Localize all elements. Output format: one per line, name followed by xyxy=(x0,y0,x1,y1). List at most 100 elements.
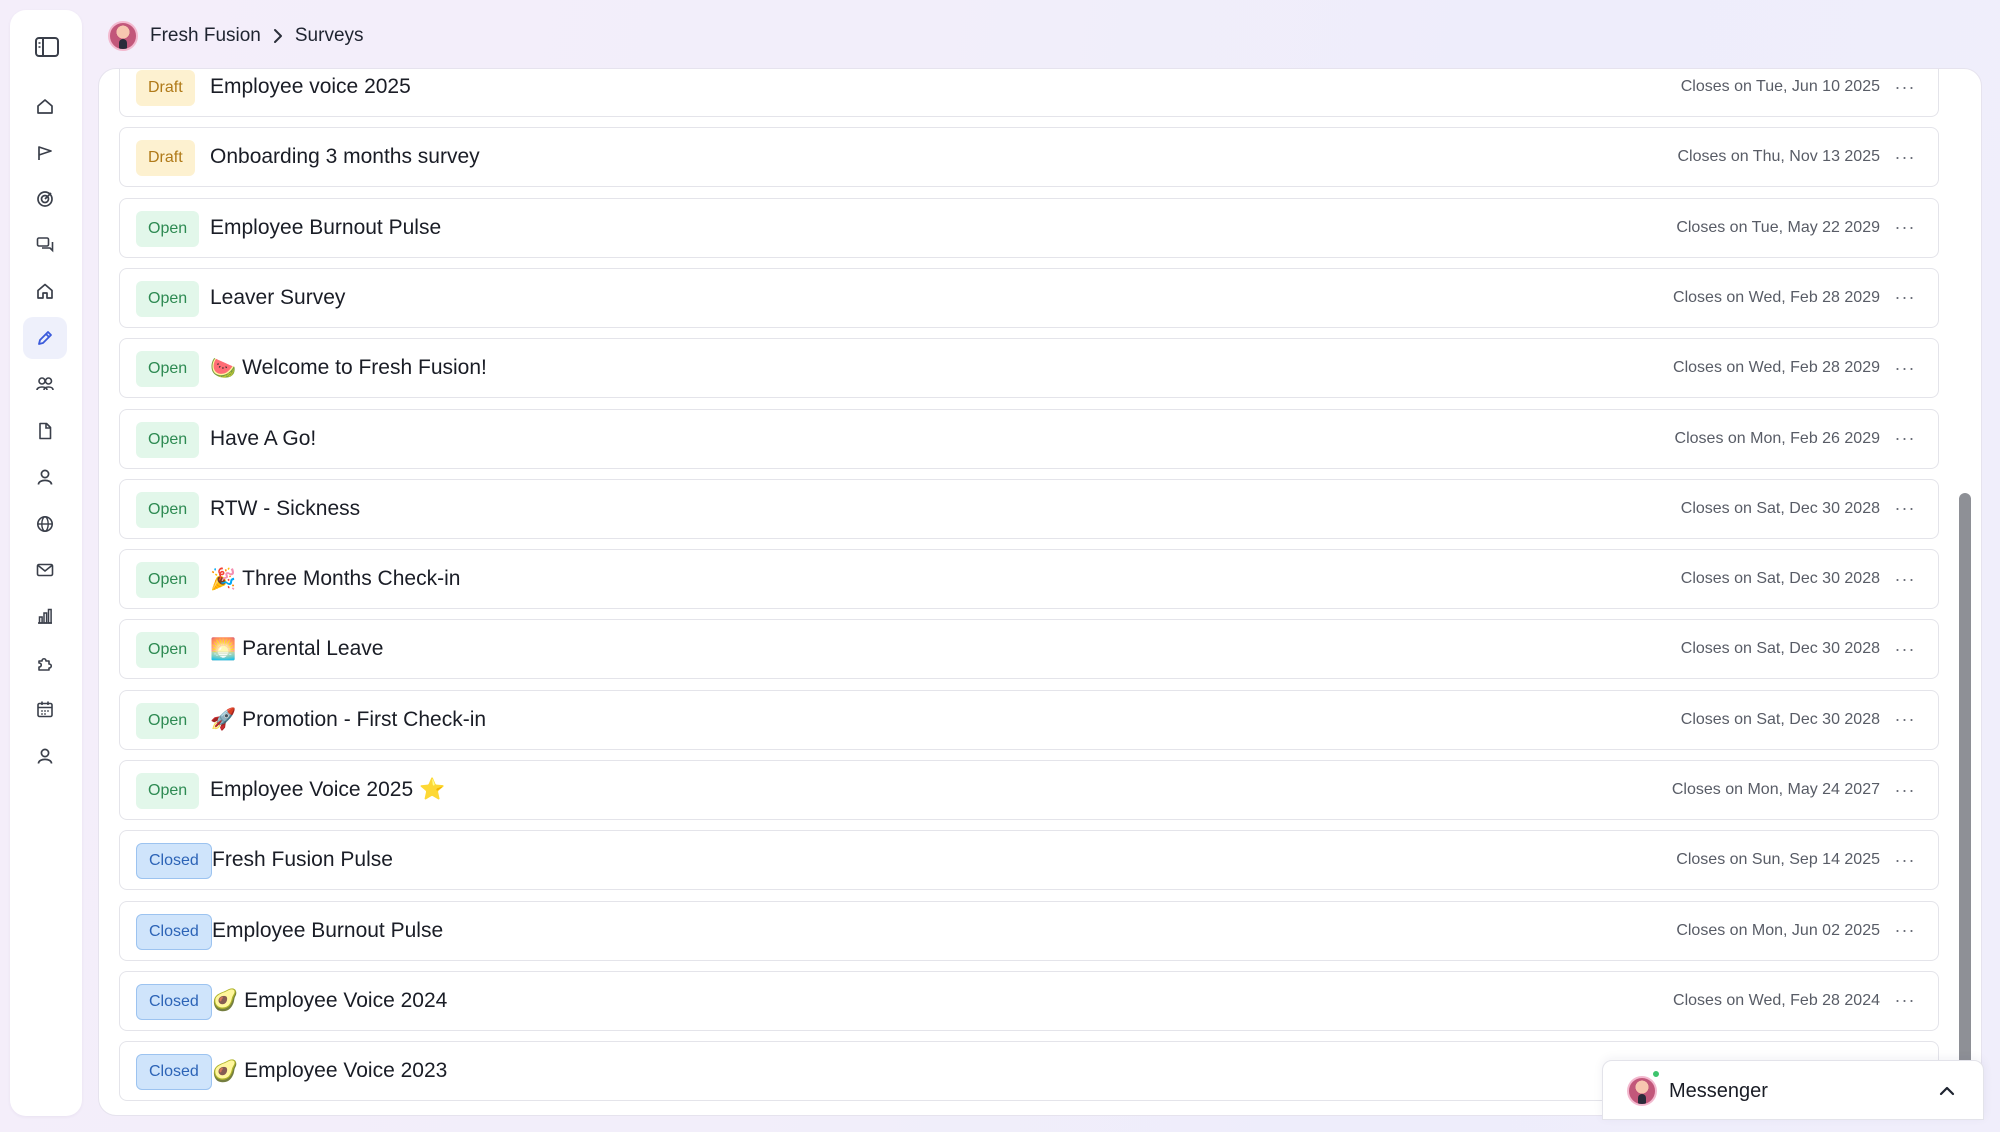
survey-title[interactable]: Employee voice 2025 xyxy=(210,69,411,116)
survey-row[interactable]: Open 🍉 Welcome to Fresh Fusion! Closes on W… xyxy=(119,338,1939,399)
survey-title[interactable]: Have A Go! xyxy=(210,410,316,468)
sidebar-item-person[interactable] xyxy=(23,456,67,498)
close-date: Closes on Tue, Jun 10 2025 xyxy=(1680,78,1880,95)
pencil-icon xyxy=(38,331,52,345)
survey-title[interactable]: Employee Voice 2025 ⭐ xyxy=(210,761,445,819)
survey-emoji: 🎉 xyxy=(210,566,237,591)
sidebar-item-flag[interactable] xyxy=(23,132,67,174)
survey-title[interactable]: Employee Burnout Pulse xyxy=(210,199,441,257)
survey-title-text: Fresh Fusion Pulse xyxy=(212,848,393,872)
more-options-icon[interactable]: ··· xyxy=(1892,496,1918,522)
more-options-icon[interactable]: ··· xyxy=(1892,144,1918,170)
sidebar-item-target[interactable] xyxy=(23,178,67,220)
survey-title[interactable]: Employee Burnout Pulse xyxy=(212,902,443,960)
survey-title[interactable]: 🥑 Employee Voice 2024 xyxy=(212,972,447,1030)
survey-title-text: Leaver Survey xyxy=(210,285,346,309)
survey-row[interactable]: Draft Employee voice 2025 Closes on Tue, J… xyxy=(119,69,1939,117)
scrollbar-thumb[interactable] xyxy=(1959,493,1971,1115)
survey-title[interactable]: 🌅 Parental Leave xyxy=(210,620,383,678)
sidebar-item-bar-chart[interactable] xyxy=(23,595,67,637)
sidebar-item-calendar[interactable] xyxy=(23,688,67,730)
survey-title-text: Welcome to Fresh Fusion! xyxy=(242,356,487,380)
sidebar-item-pencil[interactable] xyxy=(23,317,67,359)
more-options-icon[interactable]: ··· xyxy=(1892,426,1918,452)
sidebar-item-house[interactable] xyxy=(23,270,67,312)
sidebar-item-puzzle[interactable] xyxy=(23,642,67,684)
status-badge: Closed xyxy=(136,843,212,880)
sidebar-item-globe[interactable] xyxy=(23,503,67,545)
survey-title-text: Employee voice 2025 xyxy=(210,75,411,98)
survey-title[interactable]: 🎉 Three Months Check-in xyxy=(210,550,460,608)
messenger-label: Messenger xyxy=(1669,1079,1768,1102)
globe-icon xyxy=(37,516,53,532)
survey-list-panel: Draft Employee voice 2025 Closes on Tue, J… xyxy=(98,68,1982,1116)
more-options-icon[interactable]: ··· xyxy=(1892,215,1918,241)
survey-title[interactable]: RTW - Sickness xyxy=(210,480,360,538)
more-options-icon[interactable]: ··· xyxy=(1892,988,1918,1014)
survey-emoji: 🚀 xyxy=(210,707,237,732)
more-options-icon[interactable]: ··· xyxy=(1892,918,1918,944)
online-status-dot xyxy=(1651,1069,1661,1079)
sidebar-item-user[interactable] xyxy=(23,735,67,777)
puzzle-icon xyxy=(38,657,53,671)
survey-row[interactable]: Open 🎉 Three Months Check-in Closes on Sat,… xyxy=(119,549,1939,610)
survey-row[interactable]: Draft Onboarding 3 months survey Closes on… xyxy=(119,127,1939,188)
messenger-avatar xyxy=(1627,1076,1657,1106)
survey-title[interactable]: Leaver Survey xyxy=(210,269,345,327)
close-date: Closes on Sat, Dec 30 2028 xyxy=(1680,710,1880,728)
survey-title[interactable]: 🍉 Welcome to Fresh Fusion! xyxy=(210,339,487,397)
survey-title-text: Employee Voice 2025 ⭐ xyxy=(210,778,446,801)
status-badge: Closed xyxy=(136,1054,212,1091)
close-date: Closes on Mon, Jun 02 2025 xyxy=(1676,921,1880,939)
breadcrumb-org[interactable]: Fresh Fusion xyxy=(150,25,261,47)
survey-row[interactable]: Closed Fresh Fusion Pulse Closes on Sun, S… xyxy=(119,830,1939,891)
close-date: Closes on Tue, May 22 2029 xyxy=(1676,218,1880,236)
more-options-icon[interactable]: ··· xyxy=(1892,847,1918,873)
chevron-right-icon xyxy=(273,29,282,43)
user-icon xyxy=(37,748,53,764)
breadcrumb: Fresh Fusion Surveys xyxy=(108,20,364,52)
survey-row[interactable]: Closed 🥑 Employee Voice 2024 Closes on Wed,… xyxy=(119,970,1939,1031)
sidebar-item-people[interactable] xyxy=(23,363,67,405)
sidebar-toggle-icon[interactable] xyxy=(34,36,60,58)
close-date: Closes on Wed, Feb 28 2029 xyxy=(1673,359,1880,377)
org-avatar[interactable] xyxy=(108,21,138,51)
survey-row[interactable]: Closed Employee Burnout Pulse Closes on Mo… xyxy=(119,900,1939,961)
survey-title[interactable]: 🚀 Promotion - First Check-in xyxy=(210,691,486,749)
survey-title[interactable]: 🥑 Employee Voice 2023 xyxy=(212,1042,447,1100)
more-options-icon[interactable]: ··· xyxy=(1892,74,1918,100)
survey-title-text: Three Months Check-in xyxy=(242,567,461,591)
more-options-icon[interactable]: ··· xyxy=(1892,285,1918,311)
status-badge: Open xyxy=(136,280,200,317)
chevron-up-icon[interactable] xyxy=(1937,1081,1957,1101)
survey-row[interactable]: Open Employee Burnout Pulse Closes on Tue,… xyxy=(119,197,1939,258)
survey-title-text: Employee Voice 2024 xyxy=(244,988,448,1012)
sidebar-item-document[interactable] xyxy=(23,410,67,452)
status-badge: Closed xyxy=(136,983,212,1020)
sidebar-item-home[interactable] xyxy=(23,85,67,127)
sidebar-item-chat[interactable] xyxy=(23,224,67,266)
survey-title-text: Have A Go! xyxy=(210,426,317,450)
more-options-icon[interactable]: ··· xyxy=(1892,636,1918,662)
survey-title-text: RTW - Sickness xyxy=(210,496,361,520)
survey-title[interactable]: Onboarding 3 months survey xyxy=(210,128,480,186)
survey-row[interactable]: Open RTW - Sickness Closes on Sat, Dec 30 … xyxy=(119,478,1939,539)
more-options-icon[interactable]: ··· xyxy=(1892,777,1918,803)
survey-row[interactable]: Open Have A Go! Closes on Mon, Feb 26 2029… xyxy=(119,408,1939,469)
survey-row[interactable]: Open Employee Voice 2025 ⭐ Closes on Mon, … xyxy=(119,760,1939,820)
survey-row[interactable]: Open Leaver Survey Closes on Wed, Feb 28 2… xyxy=(119,267,1939,328)
more-options-icon[interactable]: ··· xyxy=(1892,566,1918,592)
survey-row[interactable]: Open 🌅 Parental Leave Closes on Sat, Dec 30… xyxy=(119,619,1939,680)
survey-title-text: Employee Voice 2023 xyxy=(244,1059,448,1083)
survey-title[interactable]: Fresh Fusion Pulse xyxy=(212,831,393,889)
status-badge: Open xyxy=(136,773,200,809)
status-badge: Open xyxy=(136,210,200,247)
more-options-icon[interactable]: ··· xyxy=(1892,355,1918,381)
target-icon xyxy=(37,191,53,207)
more-options-icon[interactable]: ··· xyxy=(1892,707,1918,733)
sidebar-item-mail[interactable] xyxy=(23,549,67,591)
survey-title-text: Onboarding 3 months survey xyxy=(210,145,480,169)
survey-row[interactable]: Open 🚀 Promotion - First Check-in Closes on… xyxy=(119,689,1939,750)
messenger-widget[interactable]: Messenger xyxy=(1602,1060,1984,1120)
house-icon xyxy=(37,283,53,299)
